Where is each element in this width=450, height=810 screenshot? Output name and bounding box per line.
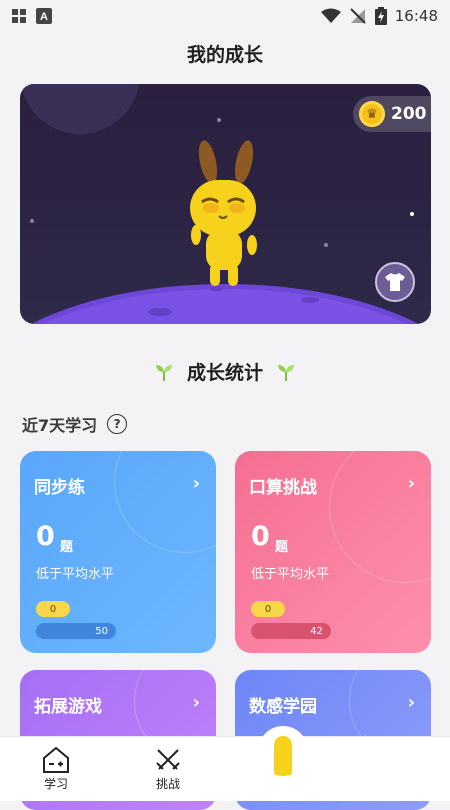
average-progress-bar: 50 bbox=[36, 623, 116, 639]
level-text: 低于平均水平 bbox=[36, 567, 115, 582]
sprout-icon bbox=[278, 364, 294, 381]
sprout-icon bbox=[155, 364, 172, 381]
bottom-navigation: 学习 挑战 bbox=[0, 736, 450, 801]
chevron-right-icon: › bbox=[407, 692, 415, 713]
level-text: 低于平均水平 bbox=[251, 567, 330, 582]
my-score-badge: 0 bbox=[36, 601, 70, 617]
nav-learn[interactable]: 学习 bbox=[26, 745, 86, 792]
card-decoration bbox=[329, 451, 431, 583]
coin-balance[interactable]: ♛ 200 bbox=[353, 96, 431, 132]
card-title: 同步练 bbox=[34, 478, 85, 498]
card-title: 口算挑战 bbox=[249, 478, 317, 498]
mental-math-card[interactable]: 口算挑战 › 0 题 低于平均水平 0 42 bbox=[235, 451, 431, 653]
question-unit: 题 bbox=[60, 540, 74, 555]
coin-count: 200 bbox=[391, 104, 427, 124]
house-calculator-icon bbox=[43, 746, 69, 773]
question-unit: 题 bbox=[275, 540, 289, 555]
mascot-tab-button[interactable] bbox=[258, 726, 308, 776]
recent-label: 近7天学习 bbox=[22, 416, 98, 435]
card-title: 拓展游戏 bbox=[34, 697, 102, 717]
growth-stats-header: 成长统计 bbox=[0, 358, 450, 385]
question-count: 0 bbox=[251, 521, 270, 552]
outfit-button[interactable] bbox=[375, 262, 415, 302]
shirt-icon bbox=[385, 273, 405, 291]
coin-icon: ♛ bbox=[359, 101, 385, 127]
help-icon[interactable]: ? bbox=[107, 414, 128, 434]
average-value: 42 bbox=[310, 625, 323, 637]
wifi-icon bbox=[320, 8, 341, 23]
no-signal-icon bbox=[350, 8, 366, 24]
apps-icon bbox=[12, 9, 26, 23]
page-title: 我的成长 bbox=[186, 44, 263, 66]
svg-text:A: A bbox=[40, 11, 48, 23]
nav-label: 挑战 bbox=[155, 777, 180, 791]
battery-charging-icon bbox=[374, 7, 387, 25]
nav-challenge[interactable]: 挑战 bbox=[138, 745, 198, 792]
sync-practice-card[interactable]: 同步练 › 0 题 低于平均水平 0 50 bbox=[20, 451, 216, 653]
status-bar: A 16:48 bbox=[0, 0, 450, 32]
average-progress-bar: 42 bbox=[251, 623, 331, 639]
rabbit-mascot[interactable] bbox=[186, 140, 266, 290]
card-decoration bbox=[114, 451, 216, 553]
nav-label: 学习 bbox=[43, 777, 68, 791]
mascot-icon bbox=[274, 736, 292, 776]
card-title: 数感学园 bbox=[249, 697, 317, 717]
chevron-right-icon: › bbox=[192, 473, 200, 494]
avatar-scene[interactable]: ♛ 200 bbox=[20, 84, 431, 324]
section-title: 成长统计 bbox=[186, 362, 263, 384]
clock: 16:48 bbox=[394, 7, 438, 25]
average-value: 50 bbox=[95, 625, 108, 637]
chevron-right-icon: › bbox=[192, 692, 200, 713]
chevron-right-icon: › bbox=[407, 473, 415, 494]
keyboard-a-icon: A bbox=[36, 8, 52, 24]
my-score-badge: 0 bbox=[251, 601, 285, 617]
crossed-swords-icon bbox=[156, 749, 180, 770]
question-count: 0 bbox=[36, 521, 55, 552]
recent-7-days: 近7天学习 ? bbox=[22, 412, 128, 436]
